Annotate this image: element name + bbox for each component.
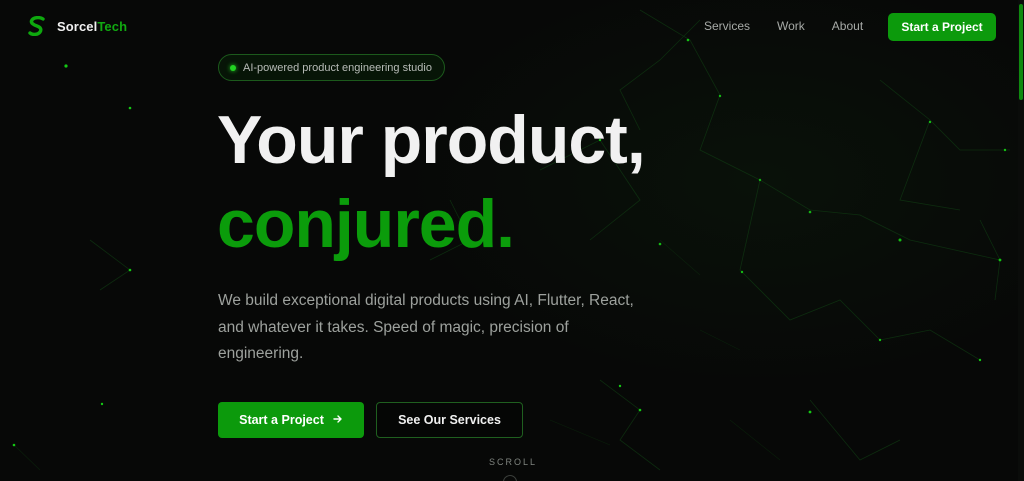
hero-badge-text: AI-powered product engineering studio (243, 61, 432, 74)
brand-name-accent: Tech (97, 18, 128, 34)
hero-headline-line1: Your product, (217, 102, 646, 178)
scroll-indicator-label: SCROLL (489, 457, 538, 467)
nav-link-work[interactable]: Work (777, 19, 805, 33)
brand-name-primary: Sorcel (57, 18, 98, 34)
see-services-button[interactable]: See Our Services (376, 402, 523, 438)
main-nav: Services Work About (704, 19, 863, 33)
status-dot-icon (230, 64, 236, 71)
hero-headline-line2: conjured. (217, 186, 515, 262)
sorcel-s-logo-icon (28, 15, 46, 37)
start-project-button-label: Start a Project (239, 413, 324, 427)
scrollbar-thumb[interactable] (1019, 4, 1023, 100)
arrow-right-icon (333, 413, 343, 427)
start-project-button[interactable]: Start a Project (218, 402, 364, 438)
hero-description: We build exceptional digital products us… (218, 292, 634, 362)
header-start-project-button[interactable]: Start a Project (888, 13, 996, 41)
hero-badge: AI-powered product engineering studio (218, 54, 445, 81)
nav-link-about[interactable]: About (832, 19, 863, 33)
brand-logo[interactable]: SorcelTech (28, 15, 127, 37)
site-header: SorcelTech Services Work About Start a P… (0, 0, 1018, 54)
nav-link-services[interactable]: Services (704, 19, 750, 33)
brand-name: SorcelTech (57, 19, 127, 34)
